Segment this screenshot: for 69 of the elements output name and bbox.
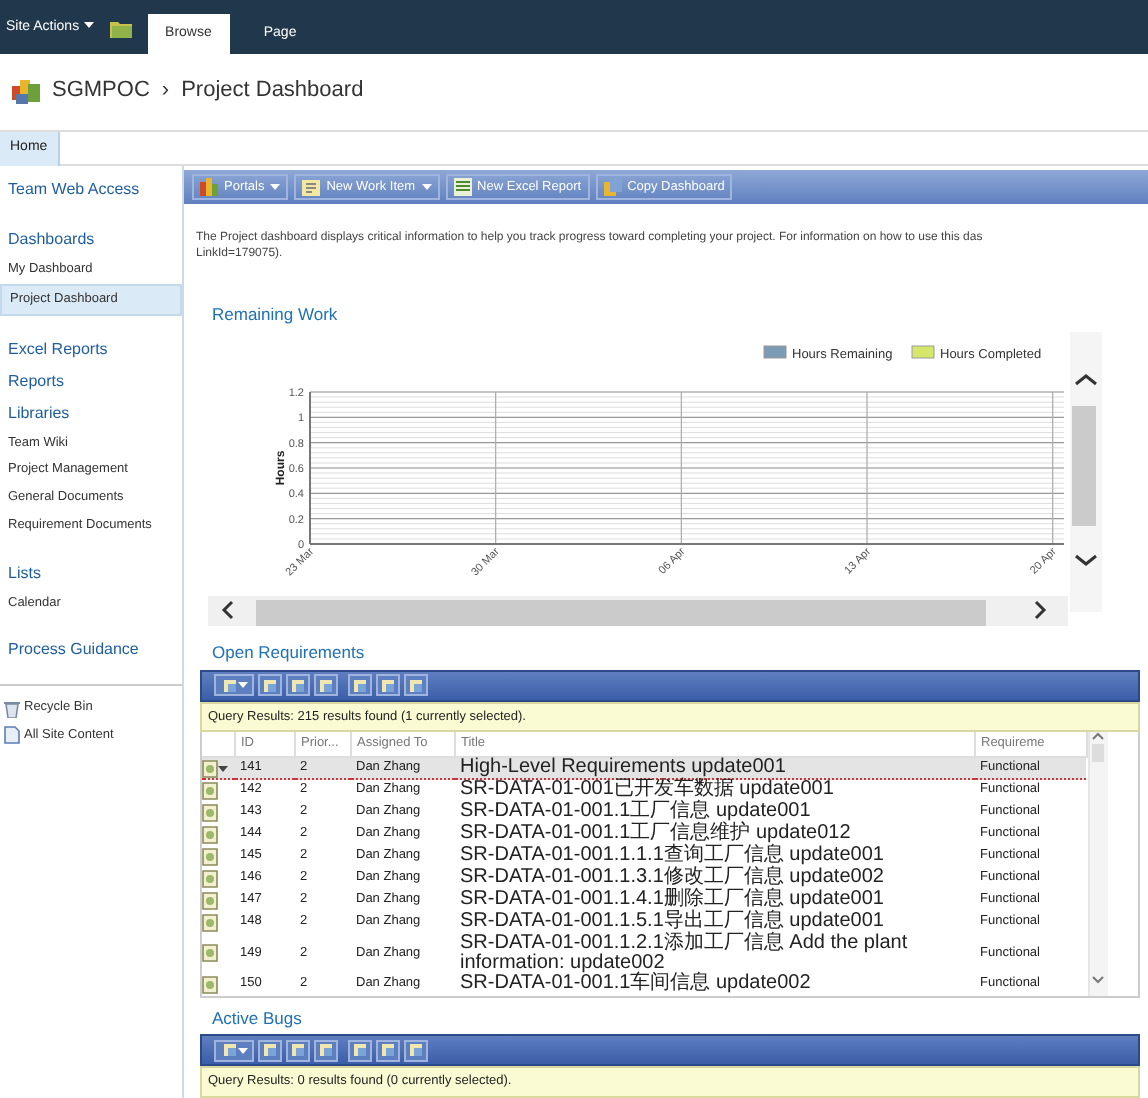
folder-icon [109,20,132,38]
work-item-icon [202,913,218,931]
document-icon [221,1042,237,1059]
work-item-icon [202,803,218,821]
nav-heading-link[interactable]: Process Guidance [0,634,182,667]
nav-heading-link[interactable]: Reports [0,365,182,397]
work-item-icon [202,891,218,909]
table-cell-text: SR-DATA-01-001.1.1.1查询工厂信息 update001 [458,845,886,866]
caret-icon [421,184,432,190]
toolbar-button[interactable] [404,674,428,696]
site-logo-icon [12,77,40,103]
document-icon [221,677,237,693]
copy-icon [603,178,622,196]
scroll-right-icon[interactable] [1034,600,1047,619]
toolbar-button[interactable] [314,674,338,696]
section-title: Remaining Work [212,302,340,328]
caret-icon [218,765,228,771]
toolbar-button[interactable] [376,674,400,696]
scroll-up-icon[interactable] [1075,373,1097,385]
table-cell-text: SR-DATA-01-001.1工厂信息维护 update012 [458,823,853,844]
table-cell: SR-DATA-01-001已开发车数据 update001 [454,779,974,801]
table-cell-text: SR-DATA-01-001.1.3.1修改工厂信息 update002 [458,867,886,888]
table-cell-text: SR-DATA-01-001.1.5.1导出工厂信息 update001 [458,911,886,932]
table-cell-text: SR-DATA-01-001.1.2.1添加工厂信息 Add the plant information: update002 [458,933,910,973]
scroll-down-icon[interactable] [1075,554,1097,566]
toolbar-button[interactable] [286,1039,310,1062]
caret-icon [270,184,281,190]
toolbar-button[interactable] [214,674,254,696]
toolbar-button[interactable] [286,674,310,696]
nav-heading-link[interactable]: Lists [0,557,182,589]
table-cell-text: SR-DATA-01-001.1.4.1删除工厂信息 update001 [458,889,886,910]
scrollbar-thumb[interactable] [256,599,986,626]
work-item-icon [202,781,218,800]
toolbar-button[interactable] [258,1039,282,1062]
nav-heading-link[interactable]: Dashboards [0,224,182,256]
toolbar-button[interactable] [404,1039,428,1062]
toolbar-button[interactable] [258,674,282,696]
table-cell: High-Level Requirements update001 [454,757,974,779]
work-item-icon [202,944,218,962]
scroll-left-icon[interactable] [221,600,234,619]
chart-icon [200,178,218,196]
nav-heading-link[interactable]: Libraries [0,397,182,429]
caret-icon [237,682,247,688]
site-link[interactable]: SGMPOC [52,73,150,107]
nav-heading-link[interactable]: Team Web Access [0,174,182,206]
toolbar-button[interactable] [214,1039,254,1062]
toolbar-button[interactable] [348,1039,372,1062]
table-cell-text: SR-DATA-01-001.1车间信息 update002 [458,973,813,995]
breadcrumb-separator: › [161,75,170,106]
caret-icon [83,22,94,29]
work-item-icon [202,759,218,777]
spreadsheet-icon [453,178,472,196]
document-icon [4,726,20,745]
recycle-bin-icon [4,699,20,718]
section-title: Open Requirements [212,639,367,665]
caret-icon [237,1047,247,1054]
table-cell-text: SR-DATA-01-001.1工厂信息 update001 [458,801,813,822]
nav-heading-link[interactable]: Excel Reports [0,333,182,365]
toolbar-button[interactable] [376,1039,400,1062]
section-title: Active Bugs [212,1005,304,1031]
work-item-icon [202,975,218,993]
toolbar-button[interactable] [314,1039,338,1062]
work-item-icon [202,869,218,887]
page-title: Project Dashboard [181,75,364,106]
work-item-icon [202,825,218,843]
document-icon [302,178,321,196]
scrollbar-thumb[interactable] [1072,405,1096,526]
toolbar-button[interactable] [348,674,372,696]
work-item-icon [202,847,218,865]
